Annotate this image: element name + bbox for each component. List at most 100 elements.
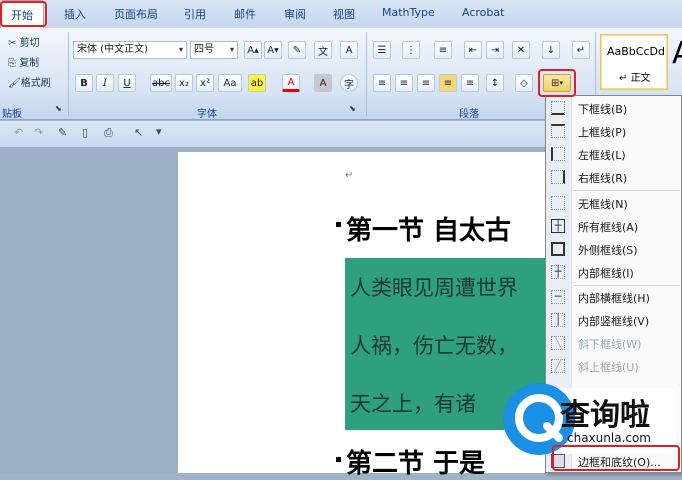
menu-item-bottom-border[interactable]: 下框线(B) bbox=[546, 97, 682, 120]
copy-button[interactable]: ⎘ 复制 bbox=[8, 54, 39, 69]
grow-font-icon[interactable]: A ▲ bbox=[244, 41, 262, 59]
tab-insert[interactable]: 插入 bbox=[64, 6, 86, 22]
char-border-icon[interactable]: A bbox=[340, 41, 358, 59]
shading-icon[interactable]: ◇ bbox=[515, 74, 533, 92]
tab-acrobat[interactable]: Acrobat bbox=[462, 6, 504, 19]
group-divider bbox=[68, 32, 69, 116]
font-size-value: 四号 bbox=[194, 44, 214, 55]
menu-item-right-border[interactable]: 右框线(R) bbox=[546, 166, 682, 189]
redo-icon[interactable]: ↷ bbox=[34, 126, 43, 139]
print-icon[interactable]: ⎙ bbox=[104, 126, 113, 140]
sort-icon[interactable]: ↓ bbox=[542, 41, 560, 59]
bottom-border-icon bbox=[551, 101, 565, 115]
font-name-select[interactable]: 宋体 (中文正文) ▾ bbox=[73, 41, 187, 59]
bold-icon[interactable]: B bbox=[75, 74, 93, 92]
inside-vertical-border-icon: │ bbox=[551, 313, 565, 327]
menu-item-label: 内部横框线(H) bbox=[578, 292, 650, 305]
phonetic-guide-icon[interactable]: 文 bbox=[314, 41, 332, 59]
tab-mailings[interactable]: 邮件 bbox=[234, 6, 256, 22]
strikethrough-icon[interactable]: abc bbox=[150, 74, 172, 92]
highlight-color-icon[interactable]: ab bbox=[248, 74, 266, 92]
clipboard-group-title: 贴板 bbox=[2, 109, 22, 120]
menu-item-diagonal-up: ╱ 斜上框线(U) bbox=[546, 355, 682, 378]
numbering-icon[interactable]: ⋮ bbox=[402, 41, 420, 59]
align-center-icon[interactable]: ≡ bbox=[395, 74, 413, 92]
enclose-char-icon[interactable]: 字 bbox=[340, 74, 358, 92]
menu-item-top-border[interactable]: 上框线(P) bbox=[546, 120, 682, 143]
style-name-label: 正文 bbox=[630, 73, 651, 84]
border-icon: ⊞ bbox=[551, 77, 560, 89]
chevron-down-icon: ▾ bbox=[559, 79, 563, 87]
watermark-url: chaxunla.com bbox=[567, 431, 651, 445]
align-right-icon[interactable]: ≡ bbox=[417, 74, 435, 92]
chevron-down-icon: ▾ bbox=[178, 45, 183, 54]
shrink-font-icon[interactable]: A ▼ bbox=[264, 41, 282, 59]
brush-icon: 🖌 bbox=[8, 78, 21, 89]
chinese-layout-icon[interactable]: ✕ bbox=[512, 41, 530, 59]
menu-item-no-border[interactable]: 无框线(N) bbox=[546, 192, 682, 215]
menu-item-label: 边框和底纹(O)... bbox=[578, 456, 661, 469]
clipboard-launcher-icon[interactable]: ⬊ bbox=[55, 104, 62, 113]
paragraph-group-title: 段落 bbox=[459, 109, 479, 120]
tab-home[interactable]: 开始 bbox=[0, 0, 44, 28]
customize-qat-icon[interactable]: ▾ bbox=[156, 125, 162, 138]
justify-icon[interactable]: ≡ bbox=[439, 74, 457, 92]
menu-item-label: 无框线(N) bbox=[578, 198, 628, 211]
menu-item-all-borders[interactable]: ┼ 所有框线(A) bbox=[546, 215, 682, 238]
change-case-icon[interactable]: Aa bbox=[218, 74, 242, 92]
italic-icon[interactable]: I bbox=[96, 74, 114, 92]
cursor-icon[interactable]: ↖ bbox=[134, 126, 143, 139]
font-group-title: 字体 bbox=[197, 109, 217, 120]
underline-icon[interactable]: U bbox=[118, 74, 136, 92]
line-spacing-icon[interactable]: ↕ bbox=[486, 74, 504, 92]
borders-shading-icon bbox=[551, 454, 565, 468]
font-color-icon[interactable]: A bbox=[282, 74, 300, 92]
cut-button[interactable]: ✂ 剪切 bbox=[8, 34, 40, 49]
align-left-icon[interactable]: ≡ bbox=[373, 74, 391, 92]
superscript-icon[interactable]: x² bbox=[196, 74, 214, 92]
font-launcher-icon[interactable]: ⬊ bbox=[349, 104, 356, 113]
menu-item-label: 上框线(P) bbox=[578, 126, 627, 139]
edit-icon[interactable]: ✎ bbox=[58, 126, 67, 139]
menu-item-inside-horizontal[interactable]: ─ 内部横框线(H) bbox=[546, 286, 682, 309]
all-borders-icon: ┼ bbox=[551, 219, 565, 233]
style-normal[interactable]: AaBbCcDd ↵ 正文 bbox=[600, 34, 668, 90]
menu-item-label: 左框线(L) bbox=[578, 149, 626, 162]
menu-item-label: 所有框线(A) bbox=[578, 221, 639, 234]
menu-item-inside-vertical[interactable]: │ 内部竖框线(V) bbox=[546, 309, 682, 332]
undo-icon[interactable]: ↶ bbox=[14, 126, 23, 139]
distribute-icon[interactable]: ≡ bbox=[461, 74, 479, 92]
format-painter-button[interactable]: 🖌格式刷 bbox=[8, 74, 51, 89]
borders-button[interactable]: ⊞ ▾ bbox=[543, 74, 571, 92]
show-marks-icon[interactable]: ↵ bbox=[572, 41, 590, 59]
menu-item-inside-borders[interactable]: ┼ 内部框线(I) bbox=[546, 261, 682, 284]
subscript-icon[interactable]: x₂ bbox=[175, 74, 193, 92]
right-border-icon bbox=[551, 170, 565, 184]
menu-item-diagonal-down: ╲ 斜下框线(W) bbox=[546, 332, 682, 355]
increase-indent-icon[interactable]: ⇥ bbox=[486, 41, 504, 59]
tab-mathtype[interactable]: MathType bbox=[382, 6, 435, 19]
clear-format-icon[interactable]: ✎ bbox=[288, 41, 306, 59]
font-size-select[interactable]: 四号 ▾ bbox=[190, 41, 238, 59]
tab-review[interactable]: 审阅 bbox=[284, 6, 306, 22]
cut-label: 剪切 bbox=[19, 38, 40, 49]
char-shading-icon[interactable]: A bbox=[314, 74, 332, 92]
bullets-icon[interactable]: ☰ bbox=[373, 41, 391, 59]
menu-item-outside-borders[interactable]: 外侧框线(S) bbox=[546, 238, 682, 261]
top-border-icon bbox=[551, 124, 565, 138]
decrease-indent-icon[interactable]: ⇤ bbox=[464, 41, 482, 59]
tab-page-layout[interactable]: 页面布局 bbox=[114, 6, 158, 22]
copy-icon: ⎘ bbox=[8, 58, 16, 69]
menu-item-label: 内部框线(I) bbox=[578, 267, 634, 280]
multilevel-list-icon[interactable]: ≡ bbox=[434, 41, 452, 59]
scissors-icon: ✂ bbox=[8, 38, 17, 49]
menu-item-label: 下框线(B) bbox=[578, 103, 628, 116]
menu-item-label: 内部竖框线(V) bbox=[578, 315, 650, 328]
tab-view[interactable]: 视图 bbox=[333, 6, 355, 22]
paragraph-line: 人类眼见周遭世界 bbox=[350, 276, 518, 300]
heading-bullet bbox=[336, 457, 341, 462]
new-doc-icon[interactable]: ▯ bbox=[82, 126, 88, 139]
tab-references[interactable]: 引用 bbox=[184, 6, 206, 22]
menu-item-left-border[interactable]: 左框线(L) bbox=[546, 143, 682, 166]
style-heading-preview[interactable]: A bbox=[672, 36, 682, 71]
